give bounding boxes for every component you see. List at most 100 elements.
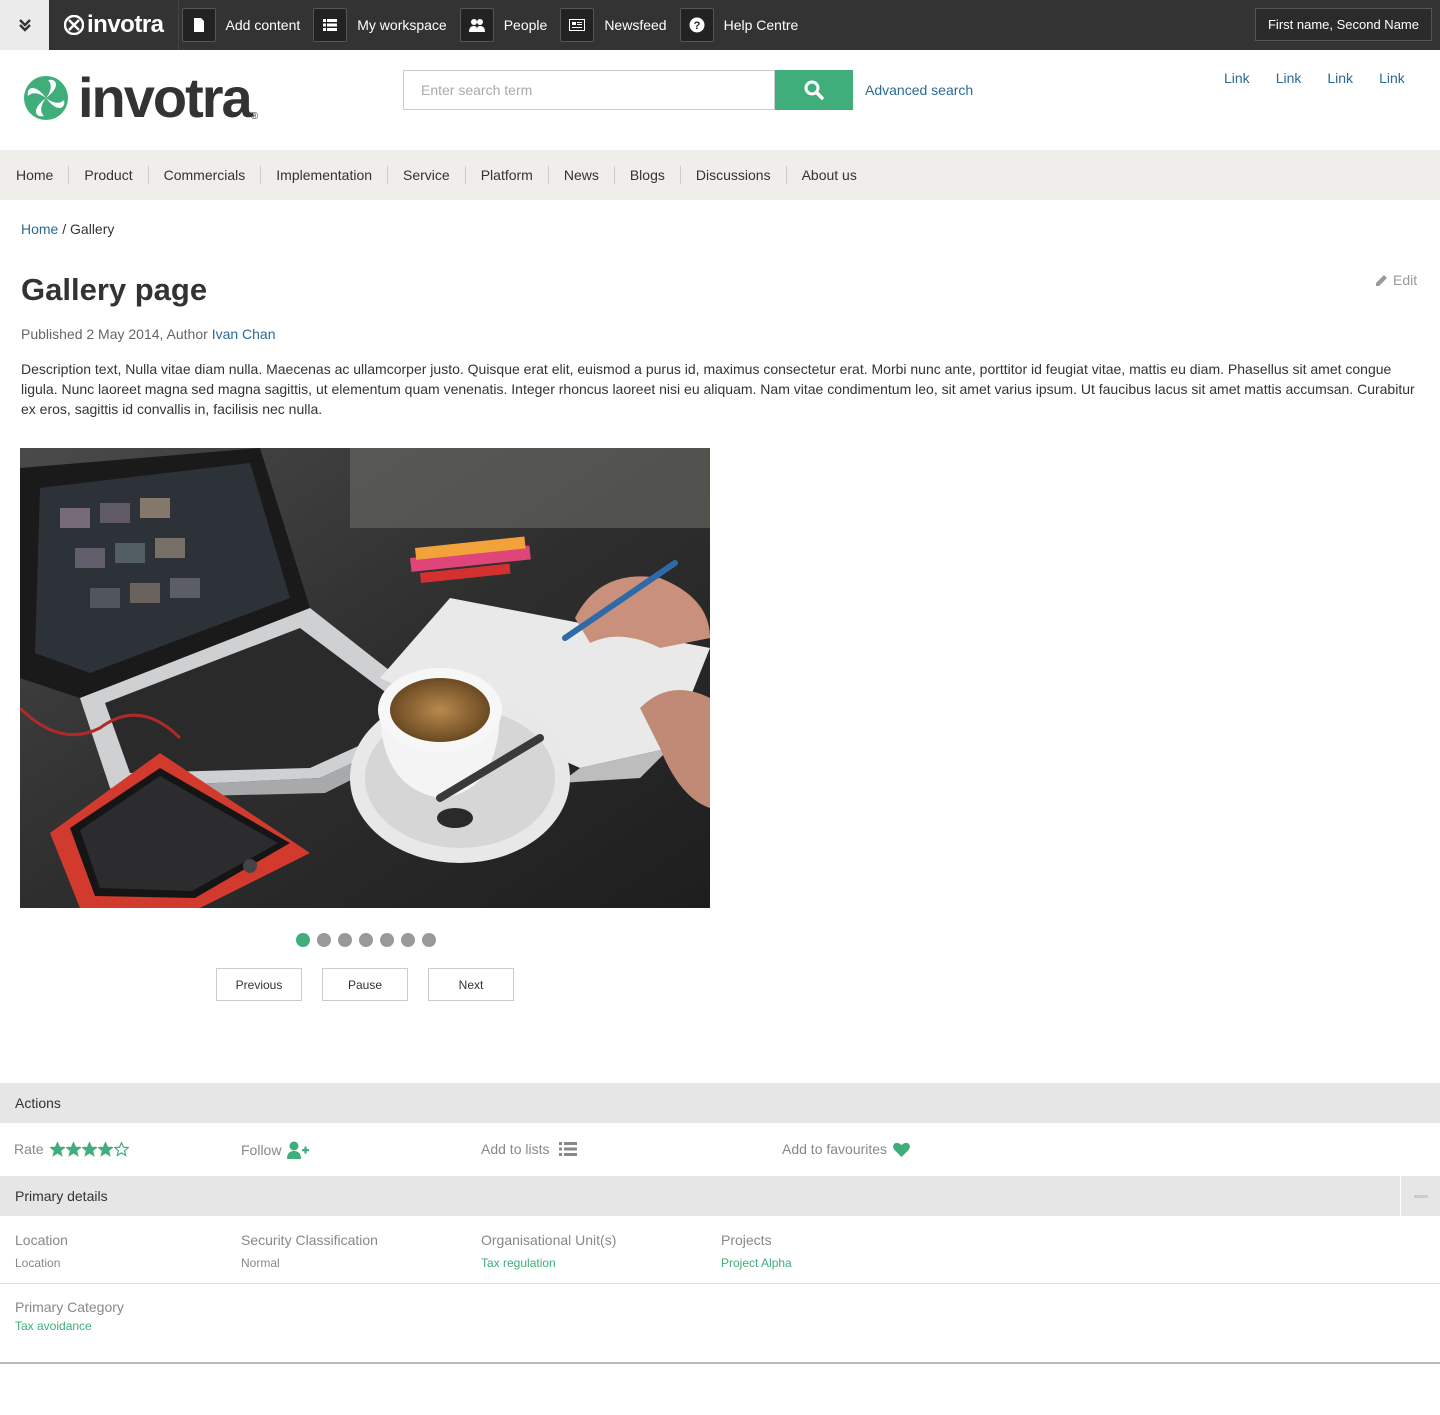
minus-icon	[1413, 1194, 1428, 1198]
edit-label: Edit	[1393, 272, 1418, 288]
slide-dot[interactable]	[401, 933, 415, 947]
pencil-icon	[1376, 274, 1387, 286]
breadcrumb-home-link[interactable]: Home	[21, 221, 58, 237]
toolbar-add-content-label: Add content	[225, 17, 301, 33]
registered-mark: ®	[250, 111, 259, 122]
actions-title: Actions	[15, 1095, 61, 1111]
org-unit-link[interactable]: Tax regulation	[481, 1256, 616, 1270]
toolbar-add-content[interactable]: Add content	[179, 0, 311, 50]
collapse-button[interactable]	[1400, 1176, 1440, 1216]
rating-stars[interactable]	[49, 1141, 129, 1157]
rate-label: Rate	[14, 1141, 44, 1157]
page-description: Description text, Nulla vitae diam nulla…	[21, 361, 1415, 417]
slide-dot[interactable]	[380, 933, 394, 947]
detail-value: Location	[15, 1256, 61, 1270]
toolbar-people-label: People	[503, 17, 548, 33]
slide-dot[interactable]	[338, 933, 352, 947]
user-menu-button[interactable]: First name, Second Name	[1254, 8, 1432, 41]
toolbar-my-workspace[interactable]: My workspace	[310, 0, 456, 50]
search-input[interactable]	[403, 70, 775, 110]
primary-details-header: Primary details	[0, 1176, 1440, 1216]
question-icon: ?	[679, 8, 714, 42]
advanced-search-link[interactable]: Advanced search	[865, 82, 973, 98]
header-link[interactable]: Link	[1276, 70, 1302, 86]
main-navigation: Home Product Commercials Implementation …	[0, 150, 1440, 200]
slide-dot[interactable]	[359, 933, 373, 947]
page-title: Gallery page	[21, 272, 208, 307]
star-empty-icon[interactable]	[113, 1141, 129, 1157]
follow-label: Follow	[241, 1142, 282, 1158]
nav-item-implementation[interactable]: Implementation	[260, 166, 387, 184]
toolbar-logo[interactable]: invotra	[50, 0, 179, 50]
add-to-lists-action[interactable]: Add to lists	[481, 1141, 578, 1157]
toolbar-toggle-button[interactable]	[0, 0, 50, 50]
search-icon	[804, 80, 824, 100]
toolbar-help-centre[interactable]: ? Help Centre	[677, 0, 809, 50]
next-button[interactable]: Next	[428, 968, 514, 1001]
site-logo[interactable]: invotra ®	[22, 70, 258, 126]
nav-item-product[interactable]: Product	[68, 166, 147, 184]
add-user-icon	[287, 1141, 310, 1159]
detail-org-unit: Organisational Unit(s) Tax regulation	[481, 1232, 616, 1270]
detail-label: Location	[15, 1232, 68, 1248]
desk-photo	[20, 448, 710, 908]
header-links: Link Link Link Link	[1224, 70, 1405, 86]
search-button[interactable]	[775, 70, 853, 110]
pause-button[interactable]: Pause	[322, 968, 408, 1001]
nav-item-news[interactable]: News	[547, 166, 614, 184]
list-icon	[559, 1142, 578, 1156]
slide-dot[interactable]	[317, 933, 331, 947]
nav-item-blogs[interactable]: Blogs	[613, 166, 680, 184]
slide-dot[interactable]	[422, 933, 436, 947]
toolbar-newsfeed-label: Newsfeed	[604, 17, 667, 33]
list-icon	[313, 8, 348, 42]
previous-button[interactable]: Previous	[216, 968, 302, 1001]
breadcrumb-current: / Gallery	[62, 221, 115, 237]
divider	[0, 1362, 1440, 1364]
divider	[0, 1283, 1440, 1284]
follow-action[interactable]: Follow	[241, 1141, 310, 1159]
toolbar-help-centre-label: Help Centre	[723, 17, 799, 33]
published-text: Published 2 May 2014, Author	[21, 326, 212, 342]
header-link[interactable]: Link	[1379, 70, 1405, 86]
slide-dot[interactable]	[296, 933, 310, 947]
toolbar-people[interactable]: People	[457, 0, 558, 50]
toolbar-newsfeed[interactable]: Newsfeed	[557, 0, 676, 50]
toolbar-brand: invotra	[87, 11, 164, 38]
category-link[interactable]: Tax avoidance	[15, 1319, 124, 1333]
nav-item-about-us[interactable]: About us	[785, 166, 872, 184]
people-icon	[459, 8, 494, 42]
nav-item-platform[interactable]: Platform	[464, 166, 548, 184]
add-to-lists-label: Add to lists	[481, 1141, 550, 1157]
nav-item-commercials[interactable]: Commercials	[147, 166, 261, 184]
published-meta: Published 2 May 2014, Author Ivan Chan	[21, 326, 276, 342]
project-link[interactable]: Project Alpha	[721, 1256, 792, 1270]
add-to-favourites-action[interactable]: Add to favourites	[782, 1141, 910, 1157]
slide-indicators	[296, 933, 436, 947]
detail-location: Location Location	[15, 1232, 68, 1270]
star-filled-icon[interactable]	[81, 1141, 97, 1157]
star-filled-icon[interactable]	[97, 1141, 113, 1157]
breadcrumb: Home / Gallery	[21, 221, 114, 237]
detail-projects: Projects Project Alpha	[721, 1232, 792, 1270]
svg-text:?: ?	[693, 20, 700, 32]
header-link[interactable]: Link	[1224, 70, 1250, 86]
header-link[interactable]: Link	[1327, 70, 1353, 86]
document-icon	[181, 8, 216, 42]
detail-label: Projects	[721, 1232, 772, 1248]
admin-toolbar: invotra Add content My workspace People …	[0, 0, 1440, 50]
nav-item-discussions[interactable]: Discussions	[679, 166, 786, 184]
nav-item-home[interactable]: Home	[16, 166, 68, 184]
nav-item-service[interactable]: Service	[387, 166, 465, 184]
star-filled-icon[interactable]	[49, 1141, 65, 1157]
heart-icon	[893, 1142, 910, 1157]
author-link[interactable]: Ivan Chan	[212, 326, 276, 342]
detail-label: Primary Category	[15, 1299, 124, 1315]
newspaper-icon	[560, 8, 595, 42]
invotra-logo-icon	[24, 76, 68, 120]
detail-label: Organisational Unit(s)	[481, 1232, 617, 1248]
detail-label: Security Classification	[241, 1232, 378, 1248]
edit-link[interactable]: Edit	[1375, 272, 1417, 288]
actions-header: Actions	[0, 1083, 1440, 1123]
star-filled-icon[interactable]	[65, 1141, 81, 1157]
